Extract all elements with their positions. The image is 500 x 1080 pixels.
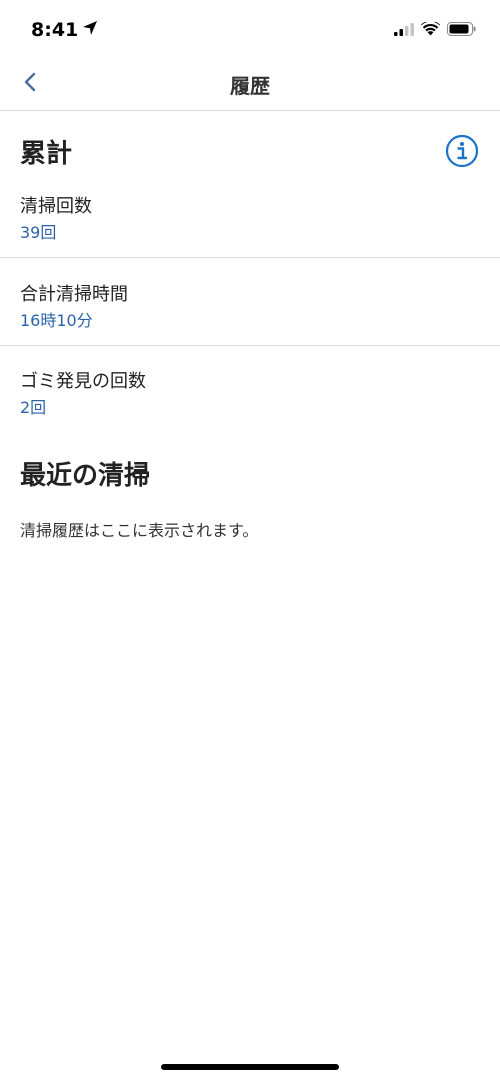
divider [0, 345, 500, 346]
wifi-icon [421, 20, 440, 40]
home-indicator[interactable] [161, 1064, 339, 1070]
stat-label: 合計清掃時間 [20, 284, 128, 305]
cellular-signal-icon [394, 21, 414, 40]
location-arrow-icon [82, 19, 98, 41]
recent-section-title: 最近の清掃 [20, 461, 151, 491]
battery-icon [447, 21, 476, 40]
status-time-group: 8:41 [31, 19, 98, 41]
stat-label: 清掃回数 [20, 196, 92, 217]
totals-section-title: 累計 [20, 139, 73, 169]
stat-value: 2回 [20, 398, 47, 417]
status-bar: 8:41 [0, 0, 500, 56]
stat-value: 16時10分 [20, 311, 93, 330]
status-icons [394, 20, 476, 40]
divider [0, 257, 500, 258]
page-title: 履歴 [230, 74, 270, 98]
empty-history-message: 清掃履歴はここに表示されます。 [20, 521, 259, 540]
stat-value: 39回 [20, 223, 57, 242]
info-icon [445, 134, 479, 172]
navigation-bar: 履歴 [0, 56, 500, 111]
status-time: 8:41 [31, 19, 79, 41]
stat-label: ゴミ発見の回数 [20, 371, 146, 392]
info-button[interactable] [445, 134, 479, 168]
